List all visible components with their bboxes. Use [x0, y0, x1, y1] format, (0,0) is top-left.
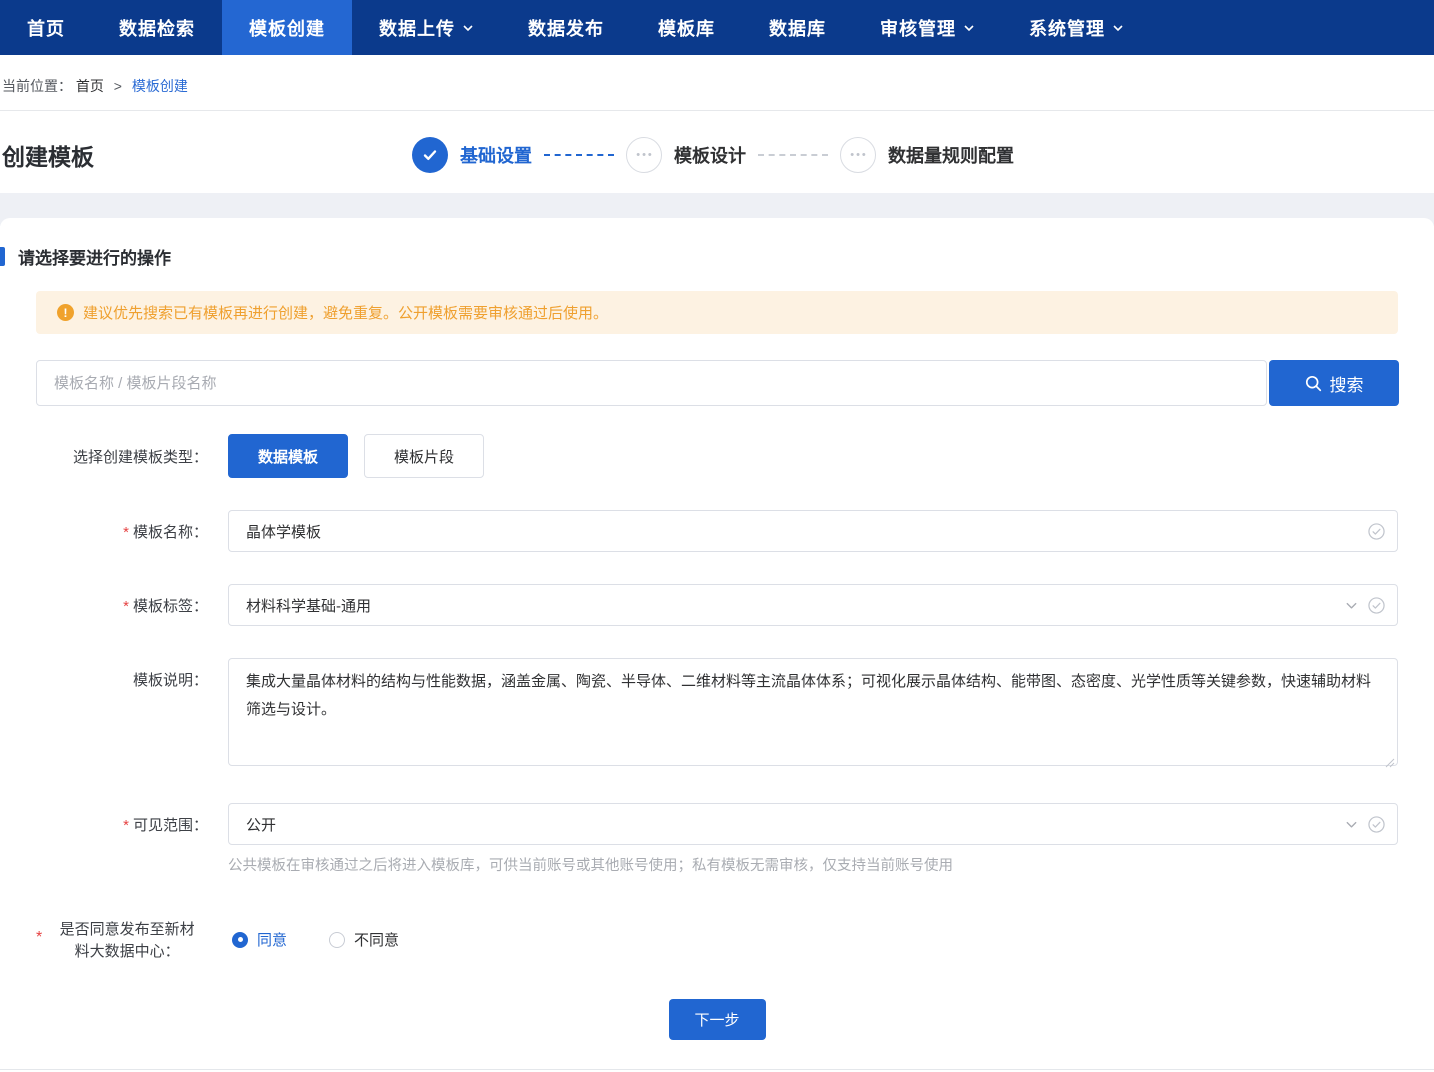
required-mark: * [123, 598, 129, 615]
visibility-label: *可见范围： [0, 803, 208, 845]
template-name-field-wrap [228, 510, 1398, 552]
type-button-template-fragment[interactable]: 模板片段 [364, 434, 484, 478]
breadcrumb-prefix: 当前位置： [2, 78, 72, 94]
template-desc-label: 模板说明： [0, 658, 208, 771]
template-tag-label: *模板标签： [0, 584, 208, 626]
circle-check-icon [1368, 523, 1385, 540]
consent-radio-group: 同意 不同意 [232, 919, 399, 950]
step-pending-icon: ••• [626, 137, 662, 173]
template-tag-field-wrap [228, 584, 1398, 626]
search-icon [1305, 375, 1322, 392]
template-desc-textarea[interactable]: 集成大量晶体材料的结构与性能数据，涵盖金属、陶瓷、半导体、二维材料等主流晶体体系… [228, 658, 1398, 766]
resize-handle-icon[interactable] [1384, 755, 1395, 766]
nav-item-system-management[interactable]: 系统管理 [1002, 0, 1151, 55]
visibility-select[interactable] [228, 803, 1398, 845]
next-row: 下一步 [0, 999, 1434, 1040]
template-type-buttons: 数据模板 模板片段 [228, 434, 484, 478]
step-connector [544, 154, 614, 156]
template-name-label: *模板名称： [0, 510, 208, 552]
nav-item-database[interactable]: 数据库 [742, 0, 853, 55]
template-desc-field-wrap: 集成大量晶体材料的结构与性能数据，涵盖金属、陶瓷、半导体、二维材料等主流晶体体系… [228, 658, 1398, 771]
nav-item-data-upload[interactable]: 数据上传 [352, 0, 501, 55]
form-row-template-tag: *模板标签： [0, 584, 1434, 626]
section-head: 请选择要进行的操作 [0, 218, 1434, 269]
radio-selected-icon [232, 932, 248, 948]
section-accent-bar [0, 247, 5, 266]
nav-item-template-create[interactable]: 模板创建 [222, 0, 352, 55]
step-pending-icon: ••• [840, 137, 876, 173]
form-row-consent: * 是否同意发布至新材 料大数据中心： 同意 不同意 [0, 919, 1434, 963]
step-label: 基础设置 [460, 142, 532, 168]
consent-label: 是否同意发布至新材 料大数据中心： [46, 919, 208, 963]
visibility-field-wrap [228, 803, 1398, 845]
ellipsis-icon: ••• [634, 150, 654, 161]
nav-item-data-search[interactable]: 数据检索 [92, 0, 222, 55]
chevron-down-icon [963, 22, 975, 34]
step-label: 模板设计 [674, 142, 746, 168]
notice-text: 建议优先搜索已有模板再进行创建，避免重复。公开模板需要审核通过后使用。 [83, 302, 608, 323]
section-title: 请选择要进行的操作 [18, 244, 171, 269]
visibility-hint: 公共模板在审核通过之后将进入模板库，可供当前账号或其他账号使用；私有模板无需审核… [228, 854, 1398, 875]
breadcrumb-home-link[interactable]: 首页 [76, 78, 104, 94]
breadcrumb-current-link[interactable]: 模板创建 [132, 78, 188, 94]
form-row-template-name: *模板名称： [0, 510, 1434, 552]
chevron-down-icon [1112, 22, 1124, 34]
search-input[interactable] [36, 360, 1267, 406]
radio-agree-label: 同意 [257, 929, 287, 950]
radio-unselected-icon [329, 932, 345, 948]
search-button[interactable]: 搜索 [1269, 360, 1399, 406]
type-button-data-template[interactable]: 数据模板 [228, 434, 348, 478]
next-step-button[interactable]: 下一步 [669, 999, 766, 1040]
notice-banner: ! 建议优先搜索已有模板再进行创建，避免重复。公开模板需要审核通过后使用。 [36, 291, 1398, 334]
stepper: 基础设置 ••• 模板设计 ••• 数据量规则配置 [412, 137, 1014, 173]
main-card: 请选择要进行的操作 ! 建议优先搜索已有模板再进行创建，避免重复。公开模板需要审… [0, 218, 1434, 1072]
nav-item-data-publish[interactable]: 数据发布 [501, 0, 631, 55]
nav-item-review-management[interactable]: 审核管理 [853, 0, 1002, 55]
step-basic-settings: 基础设置 [412, 137, 532, 173]
template-type-row: 选择创建模板类型： 数据模板 模板片段 [0, 434, 1434, 478]
form-row-template-desc: 模板说明： 集成大量晶体材料的结构与性能数据，涵盖金属、陶瓷、半导体、二维材料等… [0, 658, 1434, 771]
ellipsis-icon: ••• [848, 150, 868, 161]
chevron-down-icon[interactable] [1343, 816, 1360, 833]
step-done-icon [412, 137, 448, 173]
search-row: 搜索 [36, 360, 1399, 406]
required-mark: * [123, 524, 129, 541]
warning-icon: ! [57, 304, 74, 321]
step-label: 数据量规则配置 [888, 142, 1014, 168]
form-row-visibility: *可见范围： [0, 803, 1434, 845]
bottom-divider [0, 1069, 1434, 1070]
nav-item-template-library[interactable]: 模板库 [631, 0, 742, 55]
required-mark: * [123, 817, 129, 834]
step-connector [758, 154, 828, 156]
step-data-rule-config: ••• 数据量规则配置 [840, 137, 1014, 173]
radio-agree[interactable]: 同意 [232, 929, 287, 950]
top-nav: 首页 数据检索 模板创建 数据上传 数据发布 模板库 数据库 审核管理 系统管理 [0, 0, 1434, 55]
page-title: 创建模板 [2, 138, 94, 172]
breadcrumb-separator: > [114, 78, 122, 94]
radio-disagree-label: 不同意 [354, 929, 399, 950]
nav-item-home[interactable]: 首页 [0, 0, 92, 55]
search-button-label: 搜索 [1330, 371, 1364, 396]
title-row: 创建模板 基础设置 ••• 模板设计 ••• 数据量规则配置 [0, 111, 1434, 193]
template-name-input[interactable] [228, 510, 1398, 552]
radio-disagree[interactable]: 不同意 [329, 929, 399, 950]
circle-check-icon [1368, 597, 1385, 614]
breadcrumb: 当前位置： 首页 > 模板创建 [0, 55, 1434, 111]
required-mark: * [36, 919, 42, 963]
chevron-down-icon [462, 22, 474, 34]
step-template-design: ••• 模板设计 [626, 137, 746, 173]
chevron-down-icon[interactable] [1343, 597, 1360, 614]
template-type-label: 选择创建模板类型： [0, 446, 208, 467]
template-tag-select[interactable] [228, 584, 1398, 626]
circle-check-icon [1368, 816, 1385, 833]
